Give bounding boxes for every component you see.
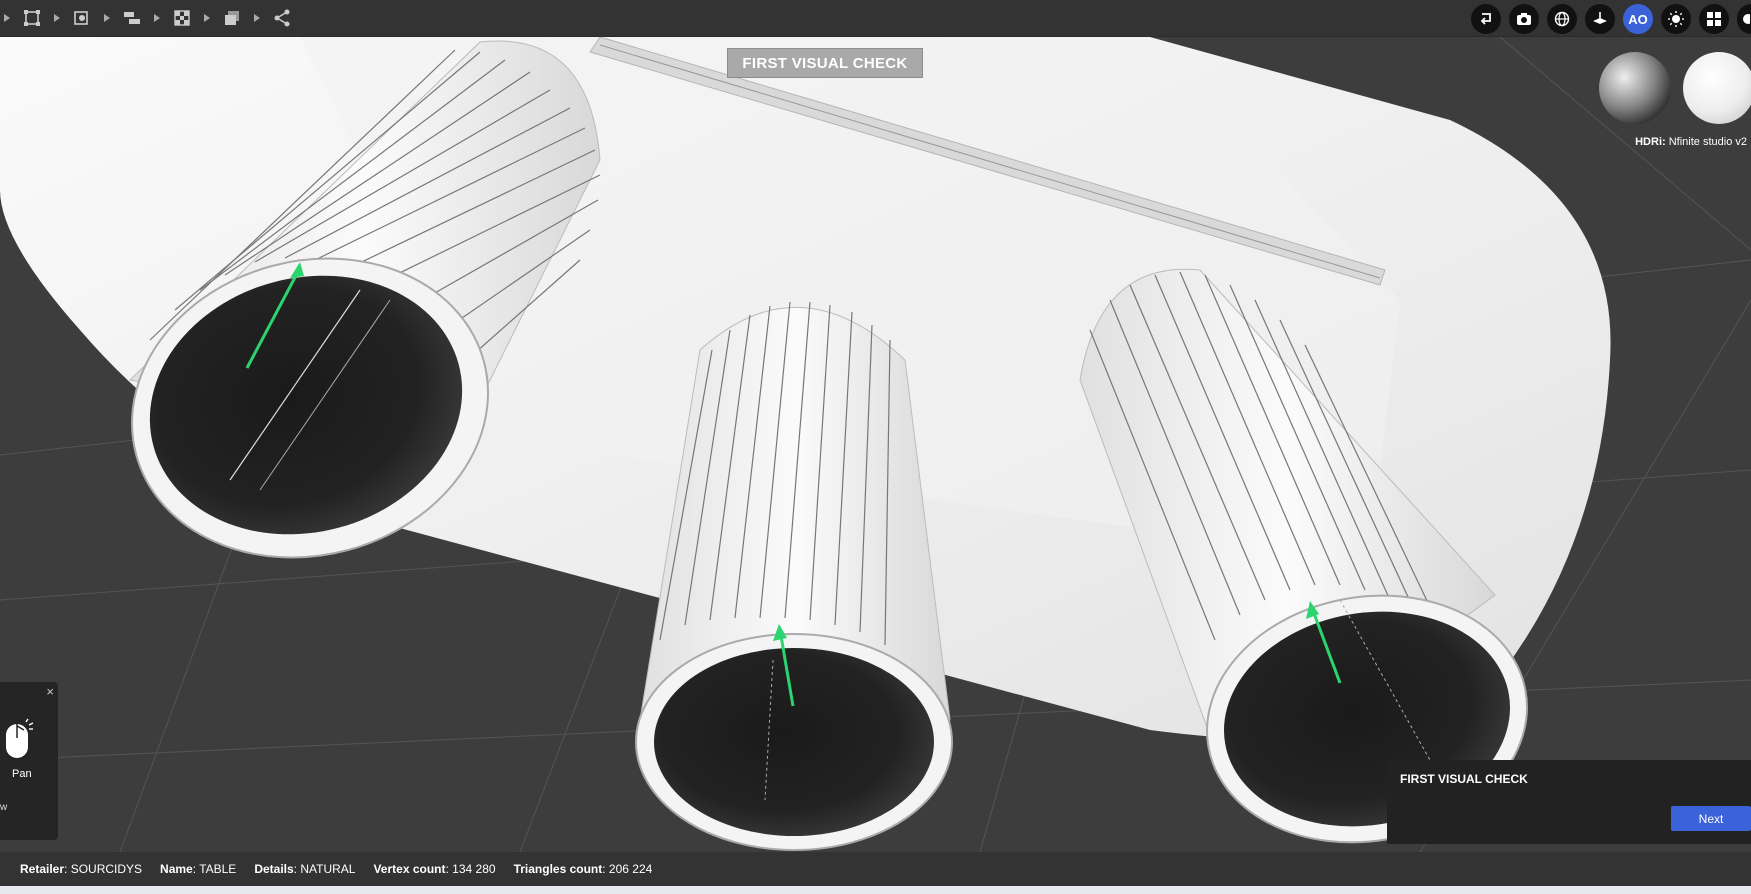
visual-check-panel: FIRST VISUAL CHECK Next bbox=[1387, 760, 1751, 844]
shape-icon[interactable] bbox=[70, 6, 94, 30]
status-triangles-value: 206 224 bbox=[608, 862, 653, 876]
expand-arrow-icon[interactable] bbox=[154, 14, 160, 22]
status-vertex-value: 134 280 bbox=[452, 862, 496, 876]
close-icon[interactable]: × bbox=[46, 684, 54, 699]
visual-check-banner: FIRST VISUAL CHECK bbox=[727, 48, 923, 78]
status-retailer-value: SOURCIDYS bbox=[70, 862, 143, 876]
next-button[interactable]: Next bbox=[1671, 806, 1751, 831]
undo-button[interactable] bbox=[1471, 4, 1501, 34]
light-button[interactable] bbox=[1661, 4, 1691, 34]
camera-icon bbox=[1517, 13, 1531, 25]
layers-icon[interactable] bbox=[120, 6, 144, 30]
checker-icon[interactable] bbox=[170, 6, 194, 30]
expand-arrow-icon[interactable] bbox=[4, 14, 10, 22]
status-triangles-count: Triangles count: 206 224 bbox=[513, 862, 653, 876]
window-bottom-strip bbox=[0, 886, 1751, 894]
globe-button[interactable] bbox=[1547, 4, 1577, 34]
status-bar: Retailer: SOURCIDYS Name: TABLE Details:… bbox=[0, 852, 1751, 886]
camera-button[interactable] bbox=[1509, 4, 1539, 34]
scene-render bbox=[0, 37, 1751, 852]
floor-icon bbox=[1593, 12, 1607, 24]
status-name-value: TABLE bbox=[199, 862, 237, 876]
hdri-label: HDRi: Nfinite studio v2 bbox=[1635, 136, 1747, 148]
status-retailer-label: Retailer bbox=[20, 862, 65, 876]
hdri-label-key: HDRi: bbox=[1635, 136, 1666, 148]
expand-arrow-icon[interactable] bbox=[204, 14, 210, 22]
hdri-panel: HDRi: Nfinite studio v2 bbox=[1599, 52, 1751, 152]
ao-button[interactable]: AO bbox=[1623, 4, 1653, 34]
hdri-label-value: Nfinite studio v2 bbox=[1668, 136, 1747, 148]
mouse-icon bbox=[6, 718, 34, 758]
visual-check-title: FIRST VISUAL CHECK bbox=[1400, 772, 1528, 786]
share-icon[interactable] bbox=[270, 6, 294, 30]
expand-arrow-icon[interactable] bbox=[254, 14, 260, 22]
globe-icon bbox=[1554, 11, 1570, 27]
status-retailer: Retailer: SOURCIDYS bbox=[20, 862, 143, 876]
hdri-sphere-matte[interactable] bbox=[1683, 52, 1751, 124]
floor-button[interactable] bbox=[1585, 4, 1615, 34]
gear-icon bbox=[1743, 14, 1750, 24]
status-triangles-label: Triangles count bbox=[513, 862, 603, 876]
top-toolbar: AO bbox=[0, 0, 1751, 37]
sun-icon bbox=[1668, 11, 1684, 27]
hdri-sphere-chrome[interactable] bbox=[1599, 52, 1671, 124]
status-details-value: NATURAL bbox=[300, 862, 356, 876]
status-vertex-count: Vertex count: 134 280 bbox=[373, 862, 496, 876]
tool-group-right: AO bbox=[1471, 4, 1751, 34]
pan-secondary-label: w bbox=[0, 802, 8, 813]
grid-icon bbox=[1707, 12, 1721, 26]
stack-icon[interactable] bbox=[220, 6, 244, 30]
status-name-label: Name bbox=[160, 862, 193, 876]
3d-viewport[interactable]: HDRi: Nfinite studio v2 bbox=[0, 37, 1751, 852]
status-name: Name: TABLE bbox=[160, 862, 237, 876]
pan-label: Pan bbox=[12, 768, 32, 780]
tool-group-left bbox=[0, 6, 294, 30]
expand-arrow-icon[interactable] bbox=[54, 14, 60, 22]
frame-icon[interactable] bbox=[20, 6, 44, 30]
return-icon bbox=[1480, 13, 1491, 25]
expand-arrow-icon[interactable] bbox=[104, 14, 110, 22]
status-details: Details: NATURAL bbox=[254, 862, 356, 876]
grid-button[interactable] bbox=[1699, 4, 1729, 34]
settings-button[interactable] bbox=[1737, 4, 1751, 34]
status-details-label: Details bbox=[254, 862, 294, 876]
status-vertex-label: Vertex count bbox=[373, 862, 446, 876]
pan-hint-panel: × Pan w bbox=[0, 682, 58, 840]
